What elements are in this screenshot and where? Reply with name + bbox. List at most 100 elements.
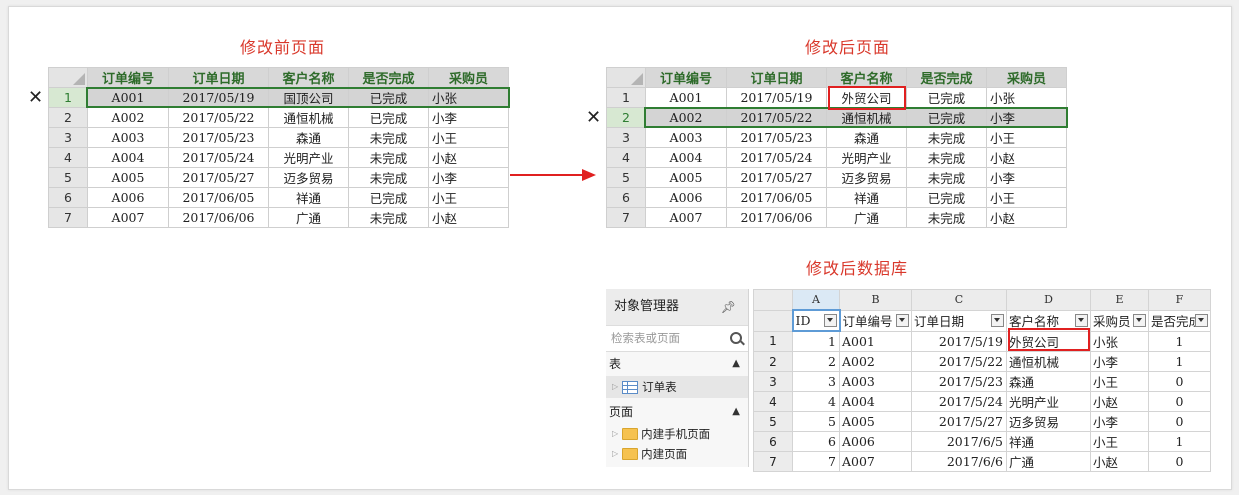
chevron-up-icon[interactable]: ▲ (732, 400, 740, 424)
cell-order-date[interactable]: 2017/05/23 (726, 127, 827, 148)
col-letter[interactable]: C (911, 289, 1007, 311)
cell-buyer[interactable]: 小李 (986, 107, 1067, 128)
cell-buyer[interactable]: 小王 (986, 127, 1067, 148)
cell-order-date[interactable]: 2017/05/27 (726, 167, 827, 188)
cell-order-id[interactable]: A007 (645, 207, 727, 228)
col-header-buyer[interactable]: 采购员 (428, 67, 509, 88)
cell-order-date[interactable]: 2017/05/22 (726, 107, 827, 128)
cell-order-id[interactable]: A001 (645, 87, 727, 108)
cell-done[interactable]: 已完成 (906, 187, 987, 208)
cell-order-id[interactable]: A001 (87, 87, 169, 108)
cell-customer[interactable]: 森通 (268, 127, 349, 148)
expand-arrow-icon[interactable]: ▷ (612, 377, 618, 397)
cell-buyer[interactable]: 小赵 (986, 147, 1067, 168)
field-header-order-date[interactable]: 订单日期 (911, 309, 1007, 332)
table-row[interactable]: 3 3 A003 2017/5/23 森通 小王 0 (753, 371, 1211, 392)
col-header-customer[interactable]: 客户名称 (268, 67, 349, 88)
cell-customer[interactable]: 外贸公司 (1006, 330, 1091, 352)
table-row[interactable]: 1 1 A001 2017/5/19 外贸公司 小张 1 (753, 330, 1211, 352)
row-number[interactable]: 7 (48, 207, 88, 228)
table-row[interactable]: 6 A006 2017/06/05 祥通 已完成 小王 (606, 187, 1067, 208)
cell-id[interactable]: 4 (792, 391, 840, 412)
cell-order-id[interactable]: A005 (645, 167, 727, 188)
cell-customer[interactable]: 广通 (1006, 451, 1091, 472)
table-row[interactable]: 1 A001 2017/05/19 国顶公司 已完成 小张 (48, 87, 509, 108)
cell-order-id[interactable]: A006 (645, 187, 727, 208)
cell-buyer[interactable]: 小赵 (1090, 391, 1149, 412)
col-letter[interactable]: D (1006, 289, 1091, 311)
cell-buyer[interactable]: 小王 (986, 187, 1067, 208)
cell-customer[interactable]: 祥通 (1006, 431, 1091, 452)
cell-order-code[interactable]: A003 (839, 371, 912, 392)
row-number[interactable]: 2 (606, 107, 646, 128)
cell-done[interactable]: 0 (1148, 451, 1211, 472)
cell-order-code[interactable]: A005 (839, 411, 912, 432)
col-header-done[interactable]: 是否完成 (348, 67, 429, 88)
cell-buyer[interactable]: 小李 (1090, 411, 1149, 432)
cell-done[interactable]: 已完成 (348, 107, 429, 128)
cell-customer[interactable]: 光明产业 (1006, 391, 1091, 412)
cell-order-date[interactable]: 2017/05/19 (168, 87, 269, 108)
table-row[interactable]: 3 A003 2017/05/23 森通 未完成 小王 (606, 127, 1067, 148)
cell-order-date[interactable]: 2017/6/5 (911, 431, 1007, 452)
cell-done[interactable]: 已完成 (348, 187, 429, 208)
cell-done[interactable]: 1 (1148, 431, 1211, 452)
cell-id[interactable]: 3 (792, 371, 840, 392)
cell-customer[interactable]: 通恒机械 (1006, 351, 1091, 372)
cell-order-date[interactable]: 2017/06/06 (726, 207, 827, 228)
chevron-up-icon[interactable]: ▲ (732, 352, 740, 376)
cell-order-id[interactable]: A004 (645, 147, 727, 168)
table-row[interactable]: 2 A002 2017/05/22 通恒机械 已完成 小李 (48, 107, 509, 128)
cell-order-code[interactable]: A007 (839, 451, 912, 472)
field-header-done[interactable]: 是否完成 (1148, 309, 1211, 332)
cell-order-date[interactable]: 2017/06/06 (168, 207, 269, 228)
cell-order-id[interactable]: A007 (87, 207, 169, 228)
cell-done[interactable]: 0 (1148, 371, 1211, 392)
row-number[interactable]: 2 (48, 107, 88, 128)
tree-item-mobile-page[interactable]: ▷ 内建手机页面 (606, 424, 748, 444)
col-header-done[interactable]: 是否完成 (906, 67, 987, 88)
row-number[interactable] (753, 309, 793, 332)
row-number[interactable]: 5 (48, 167, 88, 188)
cell-order-date[interactable]: 2017/06/05 (168, 187, 269, 208)
cell-order-id[interactable]: A003 (87, 127, 169, 148)
cell-order-date[interactable]: 2017/06/05 (726, 187, 827, 208)
cell-customer[interactable]: 祥通 (826, 187, 907, 208)
table-row[interactable]: 7 A007 2017/06/06 广通 未完成 小赵 (48, 207, 509, 228)
cell-customer[interactable]: 广通 (826, 207, 907, 228)
col-header-order-date[interactable]: 订单日期 (726, 67, 827, 88)
filter-dropdown-icon[interactable] (991, 313, 1004, 327)
col-header-customer[interactable]: 客户名称 (826, 67, 907, 88)
table-row[interactable]: 6 6 A006 2017/6/5 祥通 小王 1 (753, 431, 1211, 452)
cell-done[interactable]: 1 (1148, 330, 1211, 352)
tree-item-order-table[interactable]: ▷ 订单表 (606, 376, 748, 398)
col-letter[interactable]: F (1148, 289, 1211, 311)
cell-order-id[interactable]: A005 (87, 167, 169, 188)
filter-dropdown-icon[interactable] (1195, 313, 1208, 327)
cell-order-code[interactable]: A002 (839, 351, 912, 372)
cell-done[interactable]: 未完成 (348, 167, 429, 188)
row-number[interactable]: 4 (606, 147, 646, 168)
cell-done[interactable]: 已完成 (906, 87, 987, 108)
cell-order-date[interactable]: 2017/05/23 (168, 127, 269, 148)
cell-buyer[interactable]: 小王 (428, 127, 509, 148)
row-number[interactable]: 6 (606, 187, 646, 208)
cell-order-date[interactable]: 2017/05/27 (168, 167, 269, 188)
cell-customer[interactable]: 迈多贸易 (826, 167, 907, 188)
cell-id[interactable]: 7 (792, 451, 840, 472)
cell-id[interactable]: 1 (792, 330, 840, 352)
row-number[interactable]: 1 (753, 330, 793, 352)
cell-customer[interactable]: 迈多贸易 (1006, 411, 1091, 432)
cell-buyer[interactable]: 小赵 (1090, 451, 1149, 472)
row-number[interactable]: 4 (48, 147, 88, 168)
cell-customer[interactable]: 迈多贸易 (268, 167, 349, 188)
cell-order-date[interactable]: 2017/5/27 (911, 411, 1007, 432)
table-row[interactable]: 7 A007 2017/06/06 广通 未完成 小赵 (606, 207, 1067, 228)
tree-item-page[interactable]: ▷ 内建页面 (606, 444, 748, 464)
select-all-corner[interactable] (606, 67, 646, 88)
cell-order-date[interactable]: 2017/5/22 (911, 351, 1007, 372)
col-letter[interactable]: A (792, 289, 840, 311)
cell-customer[interactable]: 森通 (1006, 371, 1091, 392)
cell-order-id[interactable]: A003 (645, 127, 727, 148)
table-row[interactable]: 2 2 A002 2017/5/22 通恒机械 小李 1 (753, 351, 1211, 372)
